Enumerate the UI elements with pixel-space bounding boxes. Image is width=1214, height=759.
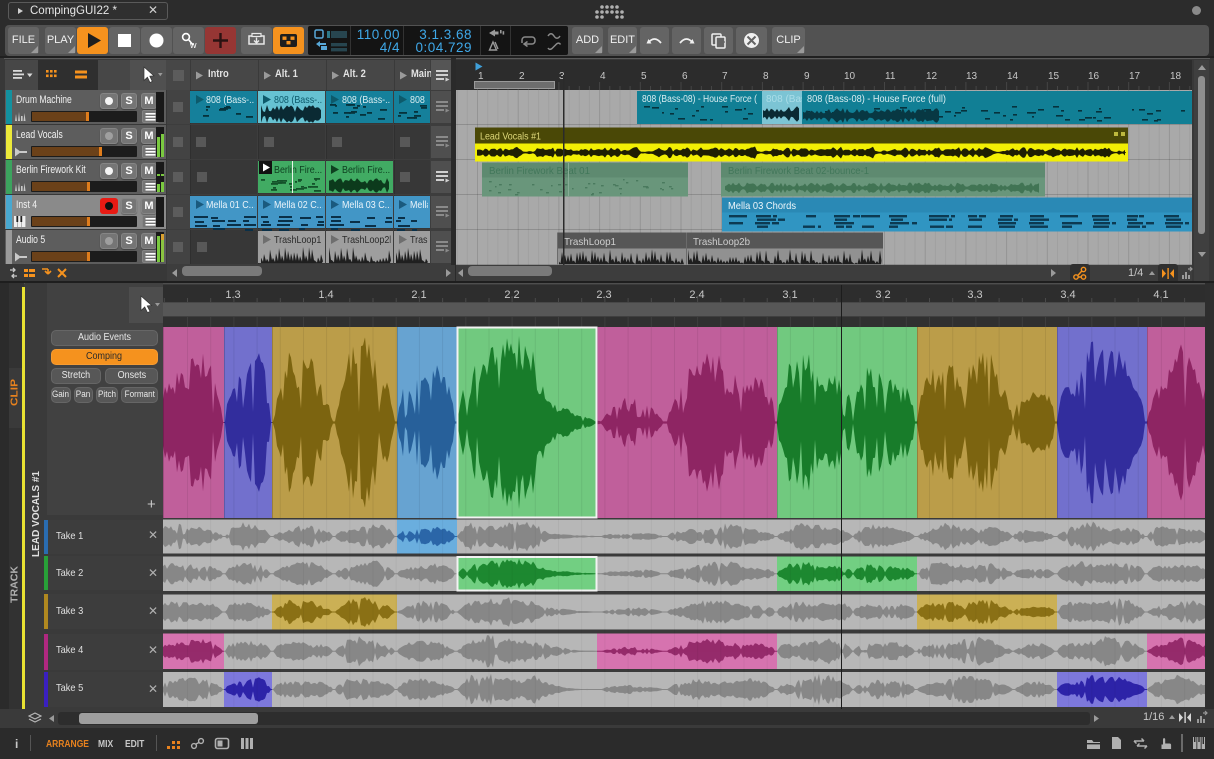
svg-text:10: 10 <box>844 71 856 82</box>
svg-text:13: 13 <box>966 71 978 82</box>
svg-text:4: 4 <box>600 71 606 82</box>
svg-text:11: 11 <box>885 71 896 82</box>
svg-text:2: 2 <box>519 71 525 82</box>
svg-text:8: 8 <box>763 71 769 82</box>
svg-text:w: w <box>189 40 197 50</box>
svg-text:TrashLoop2b: TrashLoop2b <box>693 236 750 248</box>
svg-text:TRACK: TRACK <box>9 566 21 603</box>
svg-text:7: 7 <box>722 71 728 82</box>
svg-text:5: 5 <box>641 71 647 82</box>
svg-text:1: 1 <box>478 71 484 82</box>
svg-text:LEAD VOCALS #1: LEAD VOCALS #1 <box>31 471 42 557</box>
svg-text:3.4: 3.4 <box>1060 289 1075 301</box>
svg-text:16: 16 <box>1088 71 1100 82</box>
svg-text:808 (Bass-08) - House Force (: 808 (Bass-08) - House Force ( <box>642 94 758 105</box>
svg-text:15: 15 <box>1048 71 1060 82</box>
svg-text:Berlin Firework Beat 01: Berlin Firework Beat 01 <box>489 165 590 177</box>
svg-text:2.4: 2.4 <box>689 289 704 301</box>
svg-text:3.3: 3.3 <box>967 289 982 301</box>
svg-text:12: 12 <box>926 71 938 82</box>
svg-text:808 (Bas: 808 (Bas <box>766 94 806 105</box>
svg-text:CLIP: CLIP <box>9 379 21 406</box>
svg-text:2.3: 2.3 <box>596 289 611 301</box>
svg-text:14: 14 <box>1007 71 1019 82</box>
svg-text:1.4: 1.4 <box>318 289 333 301</box>
svg-text:TrashLoop1: TrashLoop1 <box>564 236 616 248</box>
svg-text:Lead Vocals #1: Lead Vocals #1 <box>480 131 541 143</box>
svg-text:18: 18 <box>1170 71 1182 82</box>
svg-text:Berlin Firework Beat 02-bounce: Berlin Firework Beat 02-bounce-1 <box>728 165 869 177</box>
svg-text:17: 17 <box>1129 71 1141 82</box>
svg-text:1.3: 1.3 <box>225 289 240 301</box>
svg-text:6: 6 <box>682 71 688 82</box>
svg-text:9: 9 <box>804 71 810 82</box>
svg-text:808 (Bass-08) - House Force (f: 808 (Bass-08) - House Force (full) <box>807 94 946 105</box>
svg-text:Mella 03 Chords: Mella 03 Chords <box>728 200 796 212</box>
